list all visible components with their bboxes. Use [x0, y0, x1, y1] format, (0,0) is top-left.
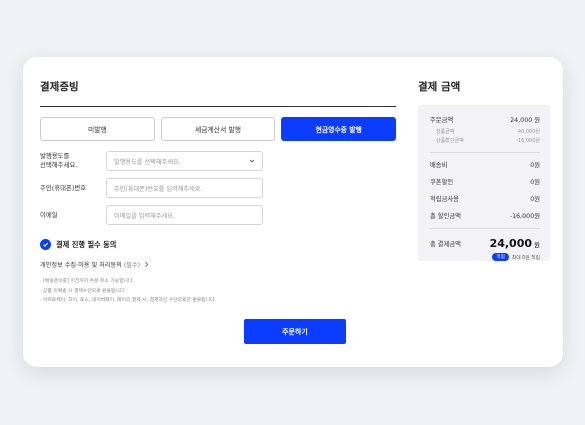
total-value: 24,000: [489, 237, 533, 250]
order-amount-label: 주문금액: [430, 117, 454, 124]
purpose-placeholder: 발행용도를 선택해주세요.: [114, 158, 181, 166]
notice-item: · 카카오페이, 하이, 토스, 네이버페이, 페이코 결제 시, 결제하신 수…: [40, 298, 216, 303]
agree-all[interactable]: 결제 진행 필수 동의: [40, 239, 396, 250]
divider: [430, 152, 540, 153]
order-amount-row: 주문금액 24,000 원: [430, 115, 540, 124]
chevron-down-icon: [249, 159, 255, 163]
point-text: 최대 0원 적립: [511, 255, 540, 261]
receipt-section: 결제증빙 미발행 세금계산서 발행 현금영수증 발행 발행용도를 선택해주세요.…: [40, 79, 397, 306]
total-label: 총 결제금액: [430, 241, 461, 248]
coupon-label: 쿠폰할인: [430, 179, 454, 186]
tab-tax-invoice[interactable]: 세금계산서 발행: [160, 117, 276, 141]
shipping-label: 배송비: [430, 162, 448, 169]
agree-label: 결제 진행 필수 동의: [56, 239, 117, 249]
purpose-row: 발행용도를 선택해주세요. 발행용도를 선택해주세요.: [40, 151, 396, 171]
privacy-label: 개인정보 수집·이용 및 처리동의: [40, 262, 122, 269]
product-amount-value: 40,000원: [517, 129, 540, 135]
notice-item: · [배송준비중] 이전까지 주문 취소 가능합니다.: [40, 279, 134, 284]
total-unit: 원: [534, 241, 540, 249]
point-info: 적립 최대 0원 적립: [430, 253, 540, 261]
privacy-required: (필수): [123, 262, 141, 269]
receipt-tabs: 미발행 세금계산서 발행 현금영수증 발행: [40, 117, 397, 141]
product-discount-value: -16,000원: [516, 138, 540, 144]
payment-section: 결제 금액 주문금액 24,000 원 상품금액 40,000원 상품할인금액 …: [418, 79, 550, 261]
reward-row: 적립금사용 0원: [430, 194, 540, 203]
email-row: 이메일 이메일을 입력해주세요.: [40, 205, 396, 225]
email-label: 이메일: [40, 210, 58, 219]
product-amount-row: 상품금액 40,000원: [430, 128, 540, 135]
purpose-label: 발행용도를 선택해주세요.: [40, 152, 106, 170]
tab-cash-receipt[interactable]: 현금영수증 발행: [281, 117, 397, 141]
purpose-label-line1: 발행용도를: [40, 152, 70, 160]
reward-label: 적립금사용: [430, 196, 459, 203]
order-amount-value: 24,000 원: [510, 117, 540, 124]
notice-item: · 상품 미배송 시 결제수단으로 환불됩니다.: [40, 288, 126, 294]
shipping-value: 0원: [530, 162, 540, 169]
email-input[interactable]: 이메일을 입력해주세요.: [106, 205, 263, 225]
purpose-select[interactable]: 발행용도를 선택해주세요.: [106, 151, 263, 171]
shipping-row: 배송비 0원: [430, 160, 540, 169]
purpose-label-line2: 선택해주세요.: [40, 161, 78, 169]
product-discount-row: 상품할인금액 -16,000원: [430, 137, 540, 144]
check-circle-icon[interactable]: [40, 239, 51, 250]
total-discount-row: 총 할인금액 -16,000원: [430, 211, 540, 220]
notice-list: · [배송준비중] 이전까지 주문 취소 가능합니다. · 상품 미배송 시 결…: [40, 277, 396, 306]
id-row: 주민(휴대폰)번호 주민(휴대폰)번호를 입력해주세요.: [40, 178, 396, 198]
product-amount-label: 상품금액: [436, 129, 455, 135]
id-placeholder: 주민(휴대폰)번호를 입력해주세요.: [114, 185, 203, 193]
product-discount-label: 상품할인금액: [436, 138, 464, 144]
divider: [430, 228, 540, 229]
total-value-wrap: 24,000 원: [490, 237, 540, 250]
coupon-value: 0원: [530, 179, 540, 186]
chevron-right-icon: [145, 261, 149, 268]
point-badge: 적립: [492, 253, 509, 261]
order-button[interactable]: 주문하기: [244, 319, 346, 344]
payment-summary: 주문금액 24,000 원 상품금액 40,000원 상품할인금액 -16,00…: [418, 105, 550, 261]
coupon-row: 쿠폰할인 0원: [430, 177, 540, 186]
privacy-consent-link[interactable]: 개인정보 수집·이용 및 처리동의 (필수): [40, 260, 396, 269]
email-placeholder: 이메일을 입력해주세요.: [114, 212, 175, 220]
reward-value: 0원: [530, 196, 540, 203]
checkout-card: 결제증빙 미발행 세금계산서 발행 현금영수증 발행 발행용도를 선택해주세요.…: [23, 57, 563, 367]
id-input[interactable]: 주민(휴대폰)번호를 입력해주세요.: [106, 178, 263, 198]
receipt-title: 결제증빙: [40, 79, 396, 107]
id-label: 주민(휴대폰)번호: [40, 183, 87, 192]
total-discount-value: -16,000원: [509, 213, 540, 220]
total-discount-label: 총 할인금액: [430, 213, 461, 220]
total-row: 총 결제금액 24,000 원: [430, 237, 540, 250]
payment-title: 결제 금액: [418, 81, 461, 93]
tab-no-issue[interactable]: 미발행: [40, 117, 155, 141]
